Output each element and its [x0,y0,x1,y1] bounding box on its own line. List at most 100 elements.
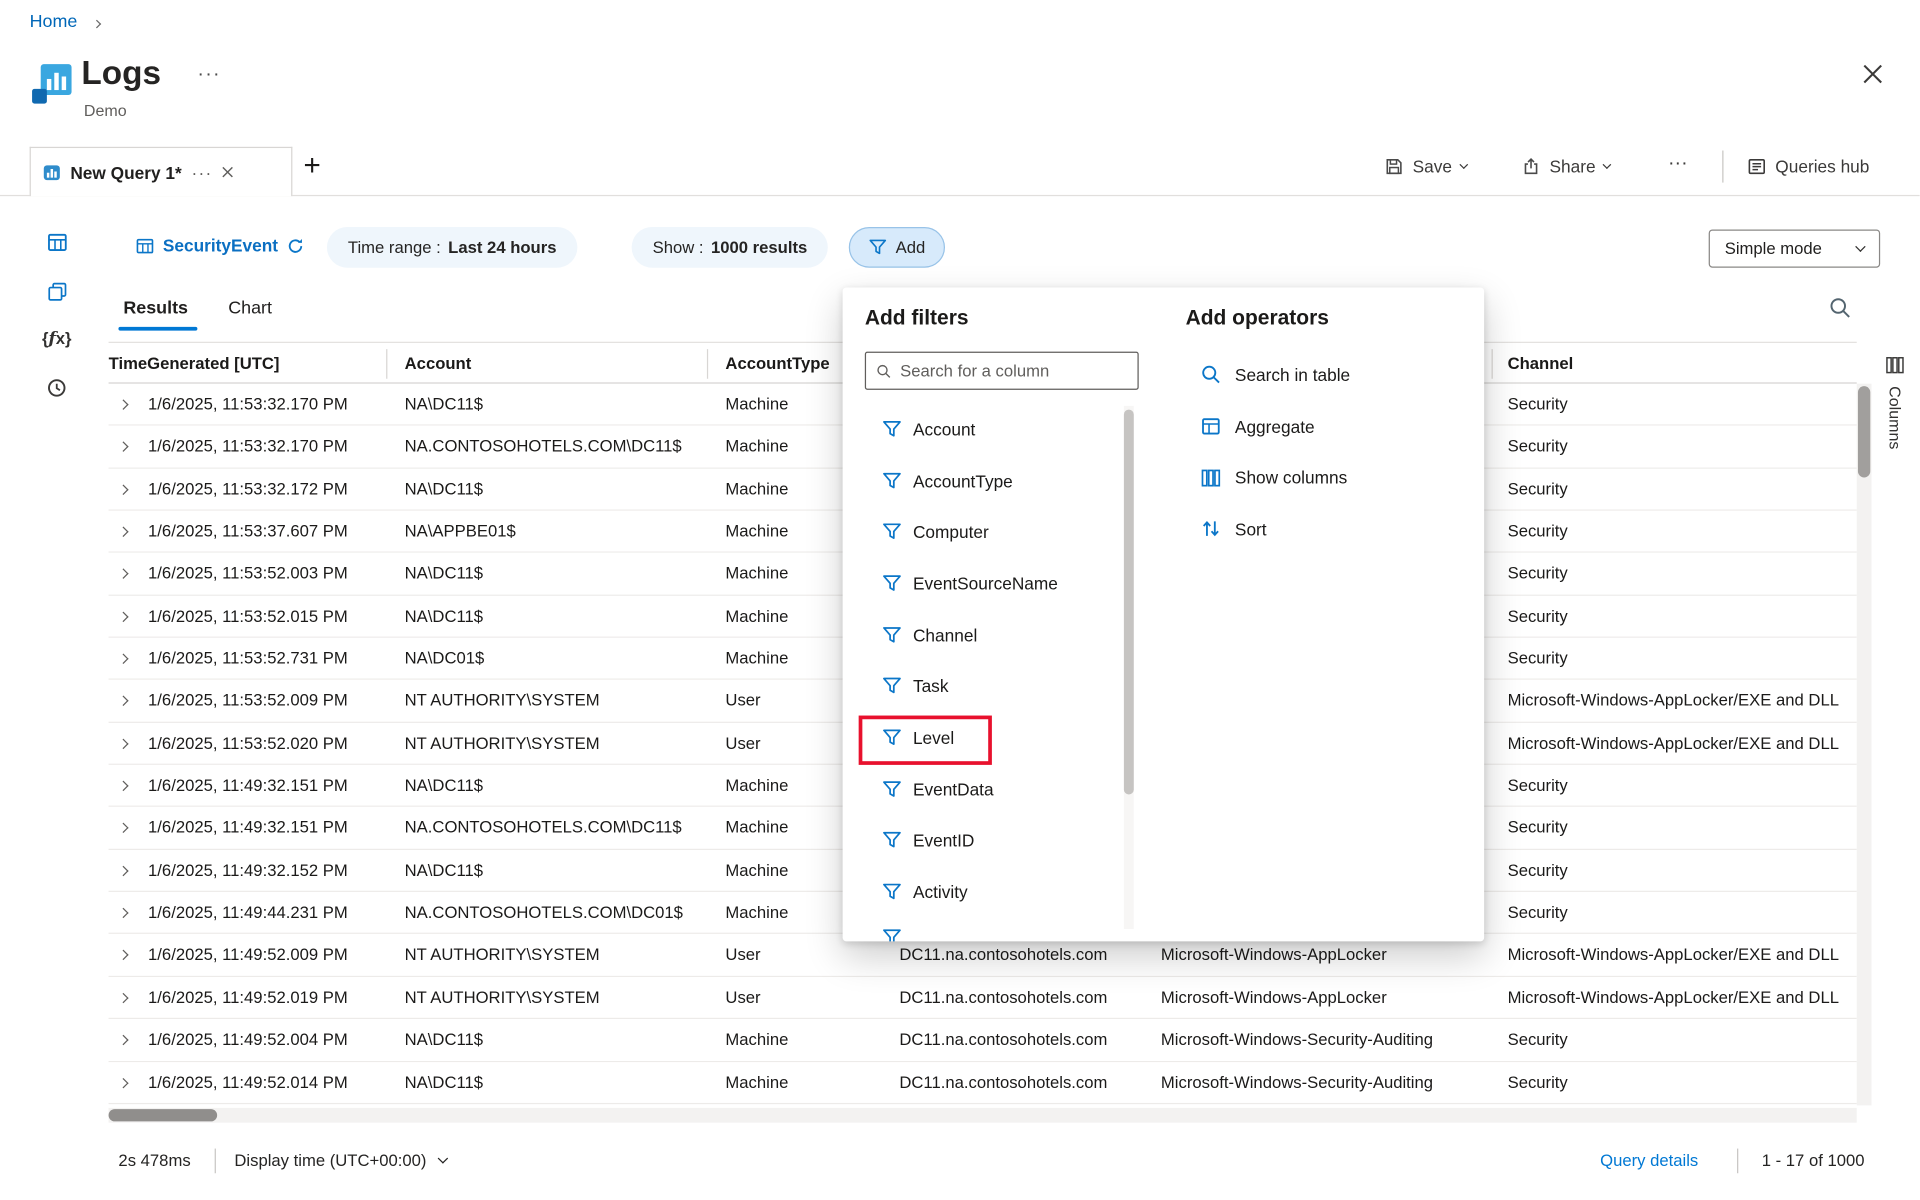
sidebar-tables-tab[interactable] [39,225,74,260]
expand-row-icon[interactable] [118,399,128,409]
commandbar-more-menu[interactable]: ··· [1668,153,1688,175]
tab-more-menu[interactable]: ··· [192,162,213,182]
show-columns-icon [1200,467,1221,488]
sidebar-functions-tab[interactable]: {fx} [39,322,74,357]
expand-row-icon[interactable] [118,442,128,452]
operator-label: Show columns [1235,468,1347,488]
cell-computer: DC11.na.contosohotels.com [899,988,1151,1007]
blade-more-menu[interactable]: ··· [197,64,220,86]
active-tab-underline [118,327,197,331]
tab-new-query-1[interactable]: New Query 1* ··· [30,147,293,196]
expand-row-icon[interactable] [118,823,128,833]
filter-item-level[interactable]: Level [843,712,1122,763]
expand-row-icon[interactable] [118,1077,128,1087]
filter-item-channel[interactable]: Channel [843,609,1122,660]
sidebar-history-tab[interactable] [39,370,74,405]
filter-item-eventsourcename[interactable]: EventSourceName [843,558,1122,609]
operator-sort[interactable]: Sort [1186,503,1470,554]
cell-channel: Security [1508,1073,1856,1092]
new-tab-button[interactable]: + [303,149,320,184]
columns-label: Columns [1886,386,1905,449]
cell-account: NA\DC11$ [405,861,716,880]
add-filter-button[interactable]: Add [849,227,945,268]
filter-list-scrollbar[interactable] [1124,406,1134,929]
tab-results[interactable]: Results [123,299,188,319]
query-tab-icon [43,163,60,180]
save-button[interactable]: Save [1384,157,1467,177]
expand-row-icon[interactable] [118,781,128,791]
refresh-icon[interactable] [287,236,306,255]
sidebar-queries-tab[interactable] [39,274,74,309]
filter-item-label: Task [913,676,949,696]
cell-account: NA\APPBE01$ [405,522,716,541]
tables-icon [46,231,67,252]
search-results-icon[interactable] [1828,296,1851,323]
column-header-accounttype[interactable]: AccountType [725,354,829,373]
expand-row-icon[interactable] [118,738,128,748]
cell-channel: Microsoft-Windows-AppLocker/EXE and DLL [1508,691,1856,710]
filter-item-eventdata[interactable]: EventData [843,763,1122,814]
queries-hub-button[interactable]: Queries hub [1747,157,1869,177]
cell-channel: Security [1508,437,1856,456]
operator-search-in-table[interactable]: Search in table [1186,349,1470,400]
table-row[interactable]: 1/6/2025, 11:49:52.019 PM NT AUTHORITY\S… [109,977,1857,1019]
vertical-scrollbar-thumb[interactable] [1858,386,1870,477]
filter-item-label: Activity [913,882,968,902]
cell-account: NA\DC11$ [405,564,716,583]
cell-account: NA\DC11$ [405,1030,716,1049]
filter-item-task[interactable]: Task [843,661,1122,712]
column-header-channel[interactable]: Channel [1508,354,1574,373]
expand-row-icon[interactable] [118,908,128,918]
expand-row-icon[interactable] [118,569,128,579]
expand-row-icon[interactable] [118,1035,128,1045]
display-time-dropdown[interactable]: Display time (UTC+00:00) [234,1151,446,1170]
expand-row-icon[interactable] [118,993,128,1003]
operator-show-columns[interactable]: Show columns [1186,452,1470,503]
tab-chart[interactable]: Chart [228,299,272,319]
filter-item-computer[interactable]: Computer [843,506,1122,557]
cell-event-source-name: Microsoft-Windows-AppLocker [1161,946,1497,965]
filter-item-accounttype[interactable]: AccountType [843,455,1122,506]
table-row[interactable]: 1/6/2025, 11:49:52.014 PM NA\DC11$ Machi… [109,1062,1857,1104]
expand-row-icon[interactable] [118,654,128,664]
horizontal-scrollbar[interactable] [109,1108,1857,1123]
expand-row-icon[interactable] [118,484,128,494]
expand-row-icon[interactable] [118,696,128,706]
cell-channel: Security [1508,395,1856,414]
filter-item-account[interactable]: Account [843,403,1122,454]
filter-item-eventid[interactable]: EventID [843,815,1122,866]
filter-search-input[interactable] [900,361,1127,380]
breadcrumb-home-link[interactable]: Home [30,12,78,32]
horizontal-scrollbar-thumb[interactable] [109,1109,218,1121]
expand-row-icon[interactable] [118,527,128,537]
show-results-pill[interactable]: Show : 1000 results [632,227,829,268]
show-label: Show : [653,238,704,257]
filter-list-scrollbar-thumb[interactable] [1124,410,1134,795]
close-icon[interactable] [1863,64,1883,87]
operator-aggregate[interactable]: Aggregate [1186,401,1470,452]
expand-row-icon[interactable] [118,950,128,960]
queries-hub-label: Queries hub [1775,157,1869,177]
tab-close-icon[interactable] [222,167,233,178]
filter-funnel-icon [882,831,902,851]
column-header-account[interactable]: Account [405,354,472,373]
selected-table-chip[interactable]: SecurityEvent [136,236,305,256]
filter-search-box[interactable] [865,352,1139,390]
filter-item-activity[interactable]: Activity [843,866,1122,917]
time-range-pill[interactable]: Time range : Last 24 hours [327,227,578,268]
cell-channel: Microsoft-Windows-AppLocker/EXE and DLL [1508,946,1856,965]
columns-panel-toggle[interactable]: Columns [1876,355,1913,449]
cell-account: NA\DC11$ [405,395,716,414]
query-details-link[interactable]: Query details [1600,1151,1698,1170]
column-header-timegenerated[interactable]: TimeGenerated [UTC] [109,354,280,373]
cell-account: NA\DC11$ [405,1073,716,1092]
share-button[interactable]: Share [1521,157,1610,177]
table-row[interactable]: 1/6/2025, 11:49:52.004 PM NA\DC11$ Machi… [109,1019,1857,1061]
expand-row-icon[interactable] [118,865,128,875]
expand-row-icon[interactable] [118,611,128,621]
cell-channel: Microsoft-Windows-AppLocker/EXE and DLL [1508,734,1856,753]
filter-funnel-icon [882,625,902,645]
mode-selector-dropdown[interactable]: Simple mode [1709,229,1880,267]
chevron-down-icon [1603,160,1612,169]
vertical-scrollbar[interactable] [1857,384,1872,1106]
